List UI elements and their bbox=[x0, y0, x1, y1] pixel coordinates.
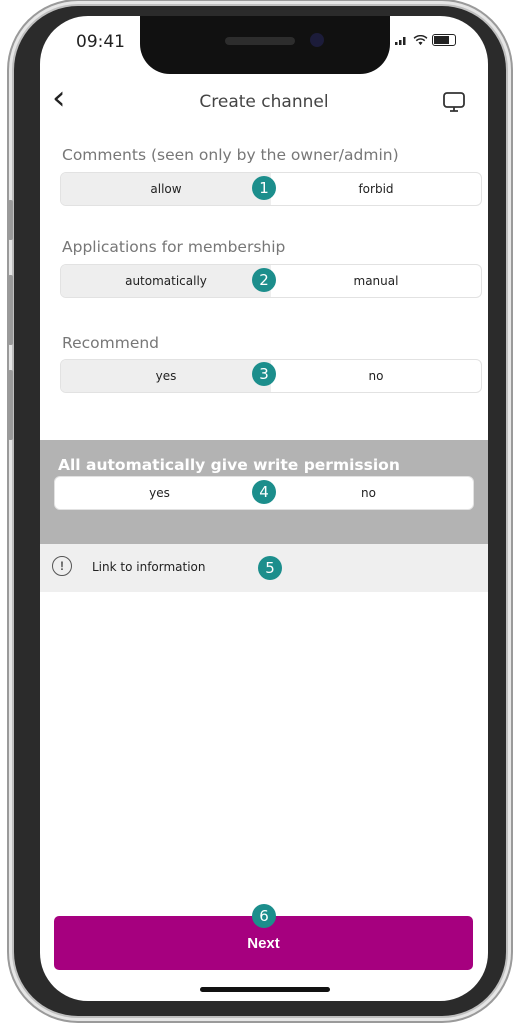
notch bbox=[140, 16, 390, 74]
info-link-label: Link to information bbox=[92, 560, 206, 574]
volume-up-button bbox=[8, 275, 13, 345]
front-camera bbox=[310, 33, 324, 47]
battery-icon bbox=[432, 34, 456, 46]
comments-option-allow[interactable]: allow bbox=[61, 173, 271, 205]
recommend-option-no[interactable]: no bbox=[271, 360, 481, 392]
write-permission-option-yes[interactable]: yes bbox=[55, 477, 264, 509]
annotation-marker: 1 bbox=[252, 176, 276, 200]
next-button-label: Next bbox=[247, 934, 280, 952]
membership-option-manual[interactable]: manual bbox=[271, 265, 481, 297]
annotation-marker: 5 bbox=[258, 556, 282, 580]
home-indicator bbox=[200, 987, 330, 992]
info-link-row[interactable]: ! Link to information 5 bbox=[40, 544, 488, 592]
annotation-marker: 4 bbox=[252, 480, 276, 504]
recommend-option-yes[interactable]: yes bbox=[61, 360, 271, 392]
annotation-marker: 6 bbox=[252, 904, 276, 928]
volume-down-button bbox=[8, 370, 13, 440]
annotation-marker: 3 bbox=[252, 362, 276, 386]
cast-button[interactable] bbox=[442, 90, 466, 119]
write-permission-option-no[interactable]: no bbox=[264, 477, 473, 509]
comments-label: Comments (seen only by the owner/admin) bbox=[62, 146, 399, 164]
mute-switch bbox=[8, 200, 13, 240]
navigation-bar: ‹ Create channel bbox=[40, 76, 488, 124]
membership-option-automatically[interactable]: automatically bbox=[61, 265, 271, 297]
cellular-signal-icon bbox=[395, 37, 406, 45]
write-permission-panel: All automatically give write permission … bbox=[40, 440, 488, 544]
write-permission-label: All automatically give write permission bbox=[58, 456, 400, 474]
status-icons bbox=[395, 34, 456, 46]
speaker-grille bbox=[225, 37, 295, 45]
annotation-marker: 2 bbox=[252, 268, 276, 292]
exclamation-circle-icon: ! bbox=[52, 556, 72, 576]
comments-option-forbid[interactable]: forbid bbox=[271, 173, 481, 205]
monitor-icon bbox=[443, 92, 465, 112]
page-title: Create channel bbox=[199, 92, 329, 112]
recommend-label: Recommend bbox=[62, 334, 160, 352]
status-time: 09:41 bbox=[76, 32, 125, 52]
membership-label: Applications for membership bbox=[62, 238, 286, 256]
wifi-icon bbox=[413, 34, 428, 45]
app-screen: 09:41 ‹ Create channel Comments (seen on… bbox=[40, 16, 488, 1001]
